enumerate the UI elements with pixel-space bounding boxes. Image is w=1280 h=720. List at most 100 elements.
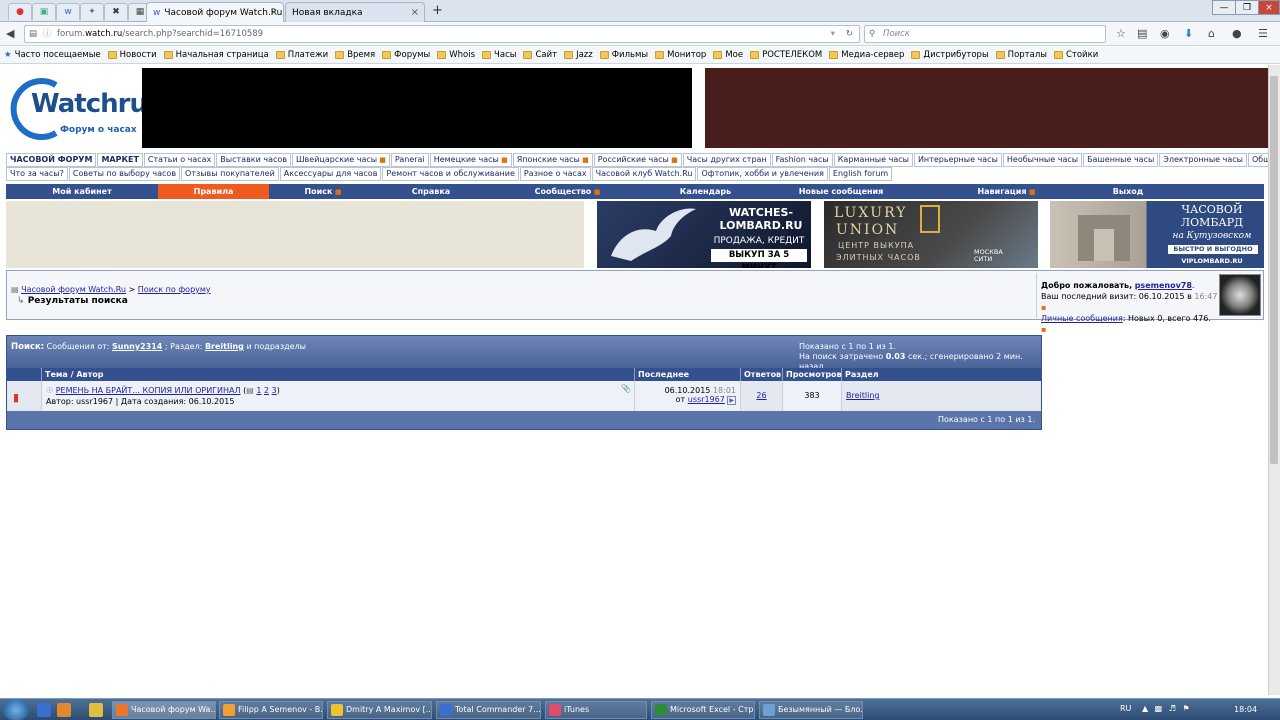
category-link[interactable]: Необычные часы [1002,153,1083,167]
menu-item[interactable]: Справка [377,184,485,199]
column-forum[interactable]: Раздел [842,368,1041,381]
flag-icon[interactable]: ⚑ [1183,704,1190,713]
category-link[interactable]: Швейцарские часы ■ [292,153,390,167]
category-link[interactable]: Аксессуары для часов [279,167,382,181]
menu-item[interactable]: Сообщество ■ [485,184,650,199]
bookmark-folder[interactable]: Стойки [1053,50,1098,60]
column-last-post[interactable]: Последнее сообщение [635,368,741,392]
category-link[interactable]: Интерьерные часы [913,153,1002,167]
category-link[interactable]: Электронные часы [1159,153,1247,167]
bookmark-folder[interactable]: Новости [107,50,157,60]
tab-forum[interactable]: w Часовой форум Watch.Ru... × [146,2,284,22]
menu-icon[interactable]: ☰ [1258,27,1268,40]
address-bar[interactable]: ▤ ⓘ forum.watch.ru/search.php?searchid=1… [24,25,860,43]
category-link[interactable]: Статьи о часах [143,153,216,167]
quicklaunch-ie-icon[interactable] [37,703,51,717]
pinned-tab-maps-icon[interactable]: ● [8,3,32,20]
category-link[interactable]: Panerai [390,153,429,167]
author-link[interactable]: Sunny2314 [112,342,162,351]
quicklaunch-media-icon[interactable] [57,703,71,717]
bookmark-folder[interactable]: Мое [713,50,743,60]
dropdown-arrow-icon[interactable]: ▾ [831,26,835,42]
top-banner[interactable] [705,68,1268,148]
chat-icon[interactable]: ● [1232,27,1242,40]
search-input[interactable]: ⚲ Поиск [864,25,1106,43]
category-link[interactable]: Общий раздел [1247,153,1268,167]
pinned-tab-icon[interactable]: ✦ [80,3,104,20]
start-button[interactable] [3,700,29,720]
category-link[interactable]: Карманные часы [833,153,913,167]
category-link[interactable]: Разное о часах [519,167,591,181]
bookmark-folder[interactable]: РОСТЕЛЕКОМ [750,50,822,60]
column-topic[interactable]: Тема / Автор [42,368,635,381]
menu-item[interactable]: Правила [158,184,269,199]
close-window-button[interactable]: × [1258,0,1280,15]
bookmark-folder[interactable]: Время [335,50,375,60]
back-arrow-icon[interactable]: ◀ [6,27,14,40]
tab-new[interactable]: Новая вкладка × [285,2,425,22]
bookmark-item[interactable]: Часто посещаемые [15,50,101,60]
category-link[interactable]: Fashion часы [771,153,833,167]
pinned-tab-icon[interactable]: ▣ [32,3,56,20]
category-link[interactable]: English forum [828,167,893,181]
breadcrumb-search-link[interactable]: Поиск по форуму [138,285,211,294]
bookmark-folder[interactable]: Дистрибуторы [911,50,989,60]
network-icon[interactable]: ▩ [1155,704,1163,713]
minimize-button[interactable]: — [1212,0,1236,15]
reload-icon[interactable]: ↻ [846,26,853,42]
language-indicator[interactable]: RU [1120,704,1131,713]
bookmark-folder[interactable]: Фильмы [599,50,648,60]
bookmark-folder[interactable]: Начальная страница [163,50,269,60]
pinned-tab-icon[interactable]: ✖ [104,3,128,20]
close-tab-icon[interactable]: × [411,7,419,18]
category-link[interactable]: Часы других стран [682,153,771,167]
bookmark-folder[interactable]: Whois [437,50,475,60]
forum-link[interactable]: Breitling [846,391,879,400]
category-link[interactable]: Башенные часы [1083,153,1159,167]
category-link[interactable]: ЧАСОВОЙ ФОРУМ [6,153,97,167]
taskbar-task[interactable]: Dmitry A Maximov [... [327,701,432,719]
taskbar-task[interactable]: Безымянный — Бло... [759,701,863,719]
menu-item[interactable]: Навигация ■ [921,184,1092,199]
star-icon[interactable]: ☆ [1116,27,1126,40]
new-tab-button[interactable]: + [432,3,443,18]
maximize-button[interactable]: ❐ [1235,0,1259,15]
category-link[interactable]: Что за часы? [6,167,68,181]
category-link[interactable]: Немецкие часы ■ [429,153,512,167]
pinned-tab-watch-icon[interactable]: w [56,3,80,20]
goto-last-post-icon[interactable]: ▶ [727,396,736,405]
ad-vip-lombard[interactable]: ЧАСОВОЙ ЛОМБАРД на Кутузовском БЫСТРО И … [1050,201,1264,268]
category-link[interactable]: Выставки часов [216,153,291,167]
top-banner[interactable] [142,68,692,148]
menu-item[interactable]: Мой кабинет [6,184,158,199]
menu-item[interactable]: Календарь [650,184,761,199]
bookmark-folder[interactable]: Платежи [275,50,328,60]
firefox-icon[interactable]: ◉ [1160,27,1170,40]
volume-icon[interactable]: ♬ [1169,704,1176,713]
page-link[interactable]: 2 [264,386,269,395]
taskbar-task[interactable]: Часовой форум Wa... [112,701,216,719]
category-link[interactable]: Часовой клуб Watch.Ru [591,167,697,181]
site-logo[interactable]: Watchru Форум о часах [4,77,148,141]
quicklaunch-folder-icon[interactable] [89,703,103,717]
menu-item[interactable]: Выход [1092,184,1164,199]
username-link[interactable]: psemenov78 [1135,281,1192,290]
thread-title-link[interactable]: РЕМЕНЬ НА БРАЙТ... КОПИЯ ИЛИ ОРИГИНАЛ [56,386,241,395]
download-icon[interactable]: ⬇ [1184,27,1193,40]
section-link[interactable]: Breitling [205,342,244,351]
close-tab-icon[interactable]: × [270,7,278,18]
scrollbar-thumb[interactable] [1270,76,1278,464]
menu-item[interactable]: Поиск ■ [269,184,377,199]
category-link[interactable]: Российские часы ■ [593,153,682,167]
menu-item[interactable]: Новые сообщения [761,184,921,199]
bookmark-folder[interactable]: Монитор [655,50,706,60]
clipboard-icon[interactable]: ▤ [1137,27,1147,40]
taskbar-task[interactable]: Filipp A Semenov - B... [219,701,323,719]
taskbar-task[interactable]: iTunes [545,701,647,719]
breadcrumb-home-link[interactable]: Часовой форум Watch.Ru [21,285,126,294]
category-link[interactable]: Офтопик, хобби и увлечения [697,167,828,181]
bookmark-folder[interactable]: Порталы [995,50,1047,60]
page-link[interactable]: 1 [256,386,261,395]
avatar[interactable] [1219,274,1261,316]
taskbar-task[interactable]: Total Commander 7.... [436,701,541,719]
